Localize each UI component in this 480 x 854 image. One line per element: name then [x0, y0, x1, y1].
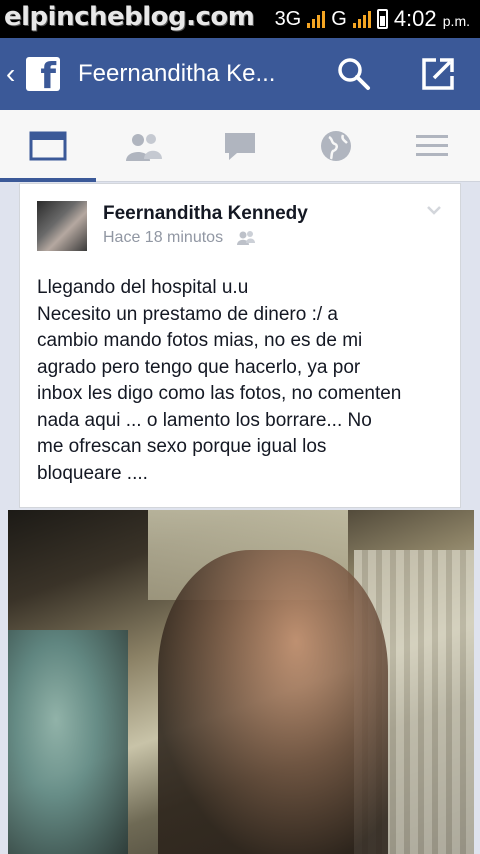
tab-bar: [0, 110, 480, 182]
network-type: 3G: [274, 7, 302, 30]
share-button[interactable]: [420, 56, 456, 92]
search-icon: [338, 58, 370, 90]
app-header: ‹ f Feernanditha Ke...: [0, 38, 480, 110]
tab-friend-requests[interactable]: [96, 110, 192, 182]
friends-icon: [126, 134, 162, 161]
post-photo[interactable]: [8, 510, 474, 854]
news-feed-icon: [29, 131, 67, 161]
avatar[interactable]: [37, 201, 87, 251]
globe-icon: [321, 131, 351, 161]
search-button[interactable]: [336, 56, 372, 92]
post-meta: Hace 18 minutos: [103, 229, 256, 247]
clock-ampm: p.m.: [442, 13, 470, 29]
status-bar: elpincheblog.com 3G G 4:02 p.m.: [0, 0, 480, 38]
chat-icon: [225, 133, 255, 160]
friends-audience-icon: [237, 231, 256, 245]
post-line: nada aqui ... o lamento los borrare... N…: [37, 409, 372, 431]
post-time[interactable]: Hace 18 minutos: [103, 229, 223, 247]
facebook-logo-icon[interactable]: f: [26, 57, 60, 91]
carrier-g: G: [331, 7, 347, 30]
signal-icon: [307, 10, 326, 28]
back-chevron-icon[interactable]: ‹: [6, 60, 20, 88]
battery-icon: [376, 9, 388, 29]
tab-notifications[interactable]: [288, 110, 384, 182]
clock: 4:02 p.m.: [394, 6, 470, 32]
share-icon: [422, 58, 454, 90]
page-title: Feernanditha Ke...: [78, 60, 276, 87]
post-line: Llegando del hospital u.u: [37, 277, 249, 298]
tab-news-feed[interactable]: [0, 110, 96, 182]
post-line: me ofrescan sexo porque igual los: [37, 436, 327, 457]
post-author[interactable]: Feernanditha Kennedy: [103, 203, 308, 225]
signal-icon-2: [352, 10, 371, 28]
post-line: Necesito un prestamo de dinero :/ a: [37, 303, 339, 325]
clock-time: 4:02: [393, 6, 437, 31]
post-text: Llegando del hospital u.u Necesito un pr…: [37, 275, 457, 487]
tab-more[interactable]: [384, 110, 480, 182]
post-options-chevron-icon[interactable]: [426, 202, 442, 218]
post-line: inbox les digo como las fotos, no coment…: [37, 383, 402, 404]
menu-icon: [416, 135, 448, 156]
watermark: elpincheblog.com: [4, 2, 255, 32]
post-line: agrado pero tengo que hacerlo, ya por: [37, 356, 361, 378]
post-line: cambio mando fotos mias, no es de mi: [37, 330, 363, 351]
post-line: bloqueare ....: [37, 462, 148, 484]
tab-messages[interactable]: [192, 110, 288, 182]
post-card: Feernanditha Kennedy Hace 18 minutos Lle…: [19, 183, 461, 508]
status-icons: 3G G 4:02 p.m.: [275, 6, 470, 32]
